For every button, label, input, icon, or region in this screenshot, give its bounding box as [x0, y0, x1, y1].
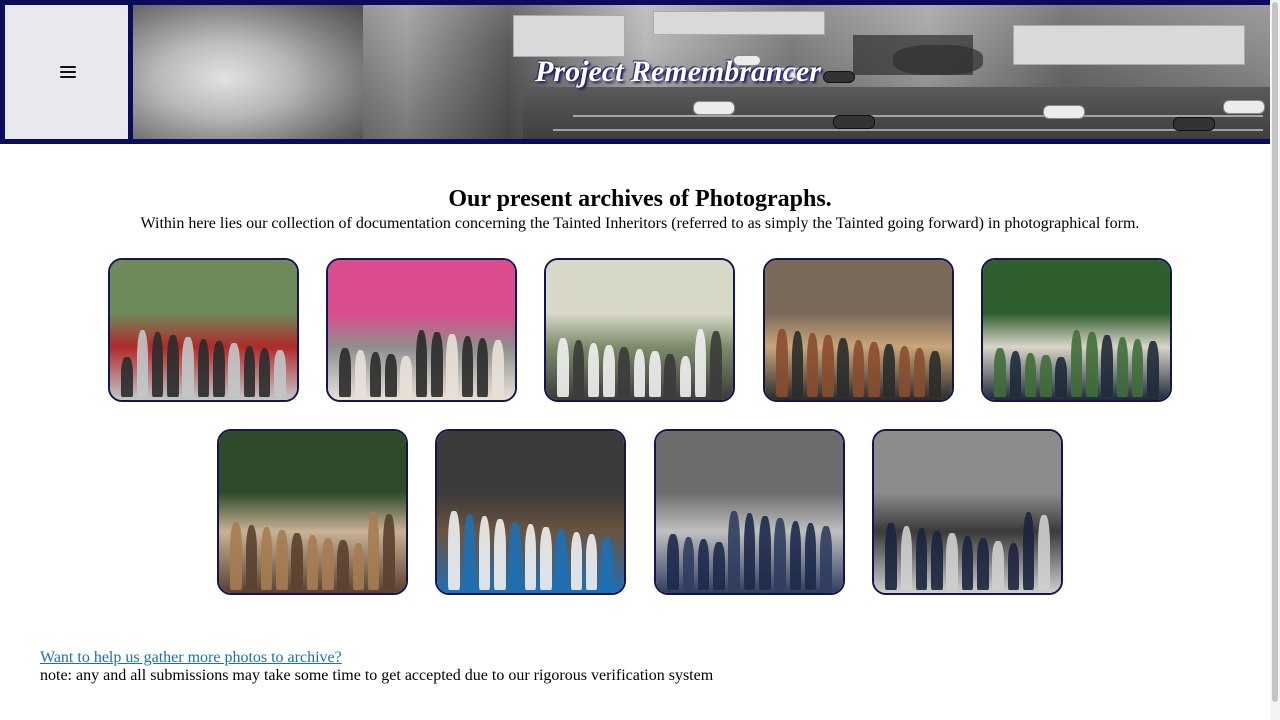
menu-toggle-button[interactable] [5, 5, 128, 139]
scrollbar-thumb[interactable] [1272, 2, 1278, 702]
gallery-photo[interactable] [872, 429, 1063, 595]
header-banner-image [133, 5, 1270, 139]
gallery-photo[interactable] [108, 258, 299, 402]
gallery-photo[interactable] [654, 429, 845, 595]
hamburger-menu-icon [59, 66, 76, 78]
gallery-photo[interactable] [326, 258, 517, 402]
main-content: Our present archives of Photographs. Wit… [0, 144, 1280, 235]
site-header: Project Remembrancer [0, 0, 1270, 144]
gallery-photo[interactable] [544, 258, 735, 402]
gallery-photo[interactable] [981, 258, 1172, 402]
gallery-photo[interactable] [435, 429, 626, 595]
submission-note: note: any and all submissions may take s… [40, 667, 714, 684]
page-intro-text: Within here lies our collection of docum… [140, 215, 1140, 232]
gallery-photo[interactable] [763, 258, 954, 402]
gallery-photo[interactable] [217, 429, 408, 595]
page-title: Our present archives of Photographs. [448, 186, 832, 212]
submit-photos-link[interactable]: Want to help us gather more photos to ar… [40, 648, 342, 667]
page-scrollbar[interactable] [1270, 0, 1280, 720]
